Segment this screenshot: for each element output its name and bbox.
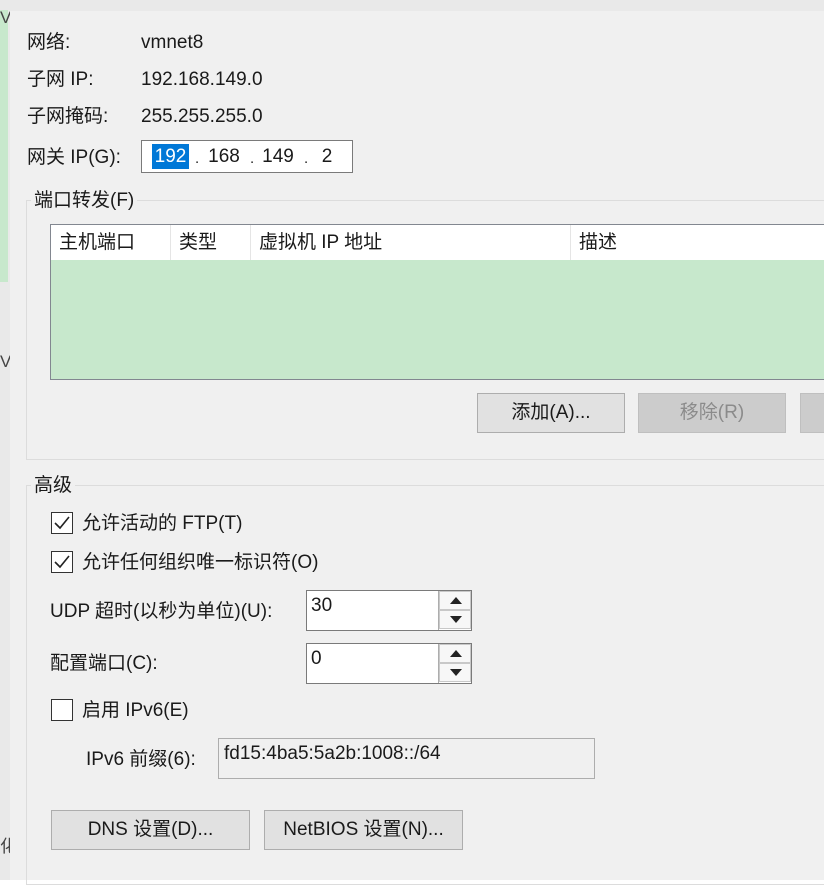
- udp-timeout-value[interactable]: 30: [311, 594, 332, 618]
- config-port-spin-buttons: [438, 644, 471, 683]
- background-window-green-strip: [0, 10, 8, 282]
- network-value: vmnet8: [141, 32, 204, 53]
- column-header-type[interactable]: 类型: [171, 225, 251, 260]
- remove-port-forward-button[interactable]: 移除(R): [638, 393, 786, 433]
- gateway-octet-3[interactable]: 149: [256, 144, 300, 169]
- column-header-host-port[interactable]: 主机端口: [51, 225, 171, 260]
- partial-button[interactable]: [800, 393, 824, 433]
- ip-separator-dot: .: [195, 150, 200, 167]
- ip-separator-dot: .: [250, 150, 255, 167]
- column-header-vm-ip[interactable]: 虚拟机 IP 地址: [251, 225, 571, 260]
- udp-timeout-increment-button[interactable]: [439, 591, 471, 610]
- gateway-ip-label: 网关 IP(G):: [27, 147, 121, 168]
- netbios-settings-button[interactable]: NetBIOS 设置(N)...: [264, 810, 463, 850]
- column-header-description[interactable]: 描述: [571, 225, 824, 260]
- background-window-top: [10, 0, 824, 11]
- allow-any-oui-label[interactable]: 允许任何组织唯一标识符(O): [82, 551, 318, 575]
- udp-timeout-label: UDP 超时(以秒为单位)(U):: [50, 601, 273, 622]
- config-port-increment-button[interactable]: [439, 644, 471, 663]
- gateway-octet-2[interactable]: 168: [202, 144, 246, 169]
- ip-separator-dot: .: [304, 150, 309, 167]
- enable-ipv6-checkbox[interactable]: [51, 699, 73, 721]
- nat-settings-dialog: 网络: vmnet8 子网 IP: 192.168.149.0 子网掩码: 25…: [10, 11, 824, 885]
- checkmark-icon: [54, 516, 70, 530]
- arrow-up-icon: [450, 597, 462, 604]
- ipv6-prefix-field[interactable]: fd15:4ba5:5a2b:1008::/64: [218, 738, 595, 779]
- subnet-mask-label: 子网掩码:: [27, 106, 109, 127]
- advanced-title: 高级: [31, 474, 76, 498]
- checkmark-icon: [54, 555, 70, 569]
- port-forwarding-title: 端口转发(F): [31, 189, 138, 213]
- udp-timeout-spin-buttons: [438, 591, 471, 630]
- allow-active-ftp-checkbox[interactable]: [51, 512, 73, 534]
- gateway-octet-1[interactable]: 192: [152, 144, 189, 169]
- arrow-down-icon: [450, 616, 462, 623]
- gateway-octet-4[interactable]: 2: [312, 144, 342, 169]
- dns-settings-button[interactable]: DNS 设置(D)...: [51, 810, 250, 850]
- allow-any-oui-checkbox[interactable]: [51, 551, 73, 573]
- config-port-decrement-button[interactable]: [439, 663, 471, 682]
- add-port-forward-button[interactable]: 添加(A)...: [477, 393, 625, 433]
- ipv6-prefix-label: IPv6 前缀(6):: [86, 749, 196, 770]
- udp-timeout-decrement-button[interactable]: [439, 610, 471, 629]
- subnet-mask-value: 255.255.255.0: [141, 106, 263, 127]
- subnet-ip-value: 192.168.149.0: [141, 69, 263, 90]
- table-header: 主机端口 类型 虚拟机 IP 地址 描述: [51, 225, 824, 260]
- network-label: 网络:: [27, 32, 71, 53]
- config-port-value[interactable]: 0: [311, 647, 322, 671]
- subnet-ip-label: 子网 IP:: [27, 69, 94, 90]
- port-forwarding-table[interactable]: 主机端口 类型 虚拟机 IP 地址 描述: [50, 224, 824, 380]
- config-port-label: 配置端口(C):: [50, 653, 158, 674]
- ipv6-prefix-value: fd15:4ba5:5a2b:1008::/64: [224, 743, 441, 764]
- allow-active-ftp-label[interactable]: 允许活动的 FTP(T): [82, 512, 242, 536]
- arrow-up-icon: [450, 650, 462, 657]
- udp-timeout-spinbox[interactable]: 30: [306, 590, 472, 631]
- enable-ipv6-label[interactable]: 启用 IPv6(E): [82, 699, 189, 723]
- config-port-spinbox[interactable]: 0: [306, 643, 472, 684]
- gateway-ip-field[interactable]: 192 . 168 . 149 . 2: [141, 140, 353, 173]
- arrow-down-icon: [450, 669, 462, 676]
